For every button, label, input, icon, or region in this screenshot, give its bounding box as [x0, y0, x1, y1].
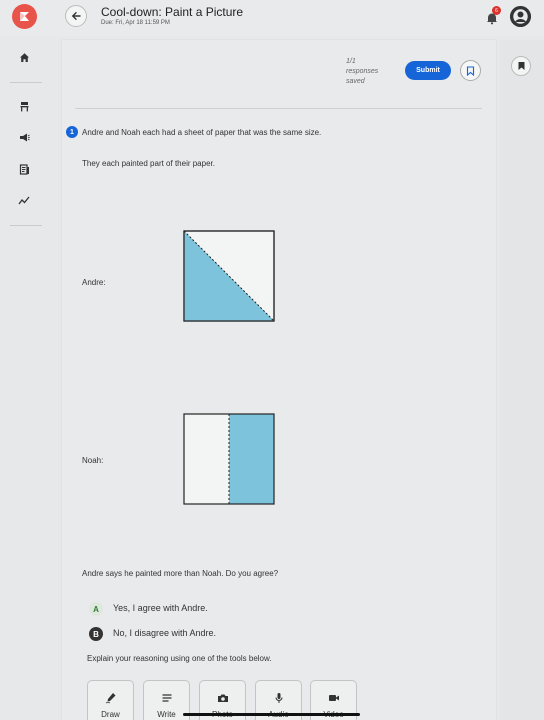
logo-icon — [20, 12, 29, 21]
document-list-icon — [19, 163, 29, 175]
question-ask: Andre says he painted more than Noah. Do… — [82, 569, 279, 578]
noah-label: Noah: — [82, 456, 104, 465]
question-subtext: They each painted part of their paper. — [82, 159, 215, 168]
sidebar-divider — [10, 225, 42, 226]
divider — [75, 108, 482, 109]
sidebar-classes[interactable] — [17, 99, 31, 113]
page-title: Cool-down: Paint a Picture — [101, 5, 244, 19]
sidebar-progress[interactable] — [17, 193, 31, 207]
home-icon — [19, 52, 29, 62]
home-indicator — [183, 713, 360, 716]
avatar[interactable] — [510, 6, 531, 27]
top-bar: Cool-down: Paint a Picture Due: Fri, Apr… — [0, 0, 544, 36]
back-button[interactable] — [65, 5, 87, 27]
sidebar-assignments[interactable] — [17, 162, 31, 176]
bookmark-icon — [466, 65, 475, 76]
app-logo[interactable] — [12, 4, 37, 29]
right-panel — [500, 40, 544, 720]
bookmark-question-button[interactable] — [460, 60, 481, 81]
option-letter-a: A — [89, 602, 103, 616]
submit-button[interactable]: Submit — [405, 61, 451, 80]
notification-badge: 6 — [492, 6, 501, 15]
bookmark-filled-icon — [518, 62, 524, 70]
draw-tool-label: Draw — [101, 710, 120, 719]
option-text-a: Yes, I agree with Andre. — [113, 603, 208, 613]
megaphone-icon — [19, 133, 30, 141]
bookmarks-panel-button[interactable] — [511, 56, 531, 76]
question-prompt: Andre and Noah each had a sheet of paper… — [82, 128, 322, 137]
sidebar-announcements[interactable] — [17, 130, 31, 144]
draw-icon — [105, 693, 115, 704]
noah-paper-diagram — [183, 413, 275, 505]
sidebar-home[interactable] — [17, 50, 31, 64]
video-icon — [328, 695, 339, 701]
arrow-left-icon — [71, 12, 81, 20]
option-letter-b: B — [89, 627, 103, 641]
write-icon — [162, 694, 171, 702]
question-card — [62, 40, 496, 720]
classroom-chair-icon — [20, 101, 28, 111]
explain-instructions: Explain your reasoning using one of the … — [87, 654, 272, 663]
draw-tool-button[interactable]: Draw — [87, 680, 134, 720]
question-number-badge: 1 — [66, 126, 78, 138]
andre-label: Andre: — [82, 278, 106, 287]
andre-paper-diagram — [183, 230, 275, 322]
microphone-icon — [275, 693, 282, 703]
camera-icon — [217, 694, 228, 702]
due-date: Due: Fri, Apr 18 11:59 PM — [101, 20, 170, 26]
sidebar-divider — [10, 82, 42, 83]
noah-painted-region — [229, 414, 274, 504]
option-text-b: No, I disagree with Andre. — [113, 628, 217, 638]
trend-line-icon — [18, 196, 30, 204]
user-avatar-icon — [510, 6, 531, 27]
save-status: 1/1 responses saved — [346, 58, 379, 85]
